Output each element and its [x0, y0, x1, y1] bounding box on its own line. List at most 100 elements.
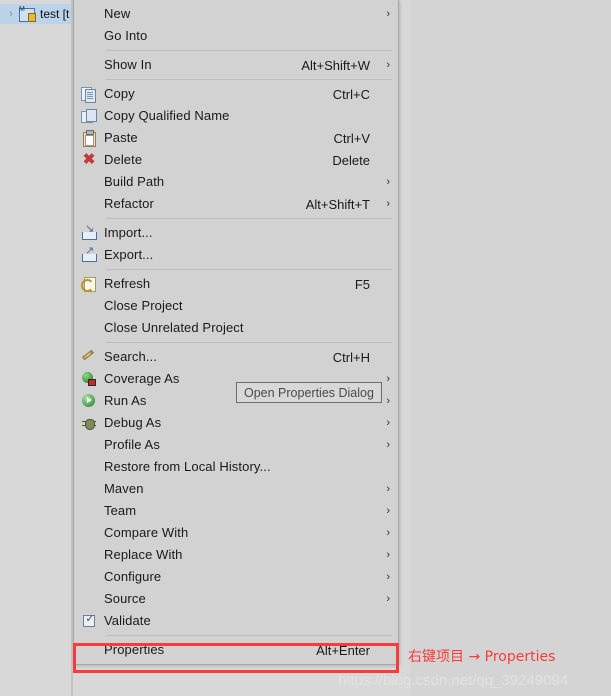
- submenu-chevron-icon[interactable]: ›: [376, 8, 390, 20]
- menu-icon-empty: [74, 3, 104, 25]
- menu-item-label: Replace With: [104, 547, 183, 562]
- menu-item-refactor[interactable]: Refactor Alt+Shift+T ›: [74, 193, 398, 215]
- submenu-chevron-icon[interactable]: ›: [376, 198, 390, 210]
- submenu-chevron-icon[interactable]: ›: [376, 417, 390, 429]
- menu-icon-empty: [74, 54, 104, 76]
- menu-item-label: Search...: [104, 349, 157, 364]
- submenu-chevron-icon[interactable]: ›: [376, 505, 390, 517]
- menu-icon-empty: [74, 522, 104, 544]
- menu-item-label: Paste: [104, 130, 138, 145]
- menu-item-label: Team: [104, 503, 137, 518]
- debug-icon: [74, 412, 104, 434]
- menu-icon-empty: [74, 639, 104, 661]
- delete-icon: ✖: [82, 151, 96, 168]
- menu-item-label: Validate: [104, 613, 151, 628]
- menu-item-compare-with[interactable]: Compare With ›: [74, 522, 398, 544]
- menu-item-label: Copy Qualified Name: [104, 108, 230, 123]
- menu-item-restore-from-local-history[interactable]: Restore from Local History...: [74, 456, 398, 478]
- menu-separator: [106, 342, 392, 343]
- submenu-chevron-icon[interactable]: ›: [376, 571, 390, 583]
- submenu-chevron-icon[interactable]: ›: [376, 176, 390, 188]
- editor-area: [411, 0, 611, 696]
- menu-item-import[interactable]: ↘ Import...: [74, 222, 398, 244]
- menu-item-show-in[interactable]: Show In Alt+Shift+W ›: [74, 54, 398, 76]
- menu-icon-empty: [74, 456, 104, 478]
- menu-item-build-path[interactable]: Build Path ›: [74, 171, 398, 193]
- menu-item-replace-with[interactable]: Replace With ›: [74, 544, 398, 566]
- menu-icon-empty: [74, 295, 104, 317]
- menu-item-refresh[interactable]: Refresh F5: [74, 273, 398, 295]
- menu-icon-empty: [74, 25, 104, 47]
- menu-item-configure[interactable]: Configure ›: [74, 566, 398, 588]
- paste-icon: [74, 127, 104, 149]
- menu-separator: [106, 79, 392, 80]
- menu-item-debug-as[interactable]: Debug As ›: [74, 412, 398, 434]
- menu-item-team[interactable]: Team ›: [74, 500, 398, 522]
- menu-item-label: Configure: [104, 569, 162, 584]
- menu-item-maven[interactable]: Maven ›: [74, 478, 398, 500]
- menu-item-accelerator: Alt+Enter: [316, 642, 370, 658]
- copy-qualified-name-icon: [74, 105, 104, 127]
- submenu-chevron-icon[interactable]: ›: [376, 439, 390, 451]
- menu-icon-empty: [74, 478, 104, 500]
- project-context-menu[interactable]: New › Go Into Show In Alt+Shift+W › Copy Ctrl+C…: [73, 0, 399, 665]
- menu-item-label: Delete: [104, 152, 143, 167]
- menu-item-accelerator: Alt+Shift+W: [301, 57, 370, 73]
- menu-item-export[interactable]: ↗ Export...: [74, 244, 398, 266]
- menu-item-label: Refresh: [104, 276, 151, 291]
- checkbox-checked-icon[interactable]: [74, 610, 104, 632]
- run-icon: [74, 390, 104, 412]
- chevron-right-icon[interactable]: ›: [4, 8, 18, 20]
- menu-separator: [106, 269, 392, 270]
- menu-item-validate[interactable]: Validate: [74, 610, 398, 632]
- maven-java-project-icon: M: [18, 6, 36, 22]
- menu-icon-empty: [74, 171, 104, 193]
- menu-item-close-unrelated-project[interactable]: Close Unrelated Project: [74, 317, 398, 339]
- menu-item-copy[interactable]: Copy Ctrl+C: [74, 83, 398, 105]
- menu-item-profile-as[interactable]: Profile As ›: [74, 434, 398, 456]
- menu-item-label: Compare With: [104, 525, 189, 540]
- menu-item-label: Copy: [104, 86, 135, 101]
- menu-icon-empty: [74, 317, 104, 339]
- menu-item-paste[interactable]: Paste Ctrl+V: [74, 127, 398, 149]
- menu-item-accelerator: Delete: [332, 152, 370, 168]
- submenu-chevron-icon[interactable]: ›: [376, 59, 390, 71]
- menu-item-go-into[interactable]: Go Into: [74, 25, 398, 47]
- menu-item-label: Properties: [104, 642, 165, 657]
- menu-item-copy-qualified-name[interactable]: Copy Qualified Name: [74, 105, 398, 127]
- menu-item-label: Import...: [104, 225, 153, 240]
- menu-icon-empty: [74, 193, 104, 215]
- menu-item-label: Go Into: [104, 28, 148, 43]
- tooltip-open-properties-dialog: Open Properties Dialog: [236, 382, 382, 403]
- menu-item-new[interactable]: New ›: [74, 3, 398, 25]
- tree-item-label: test [t: [40, 7, 70, 21]
- watermark: https://blog.csdn.net/qq_39249094: [338, 672, 569, 689]
- menu-icon-empty: [74, 566, 104, 588]
- search-icon: [74, 346, 104, 368]
- menu-item-label: Refactor: [104, 196, 154, 211]
- coverage-icon: [74, 368, 104, 390]
- export-icon: ↗: [74, 244, 104, 266]
- menu-item-close-project[interactable]: Close Project: [74, 295, 398, 317]
- copy-icon: [74, 83, 104, 105]
- menu-item-properties[interactable]: Properties Alt+Enter: [74, 639, 398, 661]
- submenu-chevron-icon[interactable]: ›: [376, 593, 390, 605]
- submenu-chevron-icon[interactable]: ›: [376, 549, 390, 561]
- menu-icon-empty: [74, 544, 104, 566]
- menu-item-accelerator: Alt+Shift+T: [305, 196, 370, 212]
- menu-item-accelerator: Ctrl+C: [332, 86, 370, 102]
- menu-item-delete[interactable]: ✖ Delete Delete: [74, 149, 398, 171]
- menu-item-source[interactable]: Source ›: [74, 588, 398, 610]
- menu-item-label: Close Unrelated Project: [104, 320, 244, 335]
- submenu-chevron-icon[interactable]: ›: [376, 527, 390, 539]
- menu-icon-empty: [74, 588, 104, 610]
- menu-item-label: Source: [104, 591, 146, 606]
- menu-item-accelerator: Ctrl+V: [333, 130, 370, 146]
- menu-separator: [106, 635, 392, 636]
- refresh-icon: [74, 273, 104, 295]
- menu-icon-empty: [74, 500, 104, 522]
- import-icon: ↘: [74, 222, 104, 244]
- submenu-chevron-icon[interactable]: ›: [376, 483, 390, 495]
- menu-item-search[interactable]: Search... Ctrl+H: [74, 346, 398, 368]
- menu-separator: [106, 50, 392, 51]
